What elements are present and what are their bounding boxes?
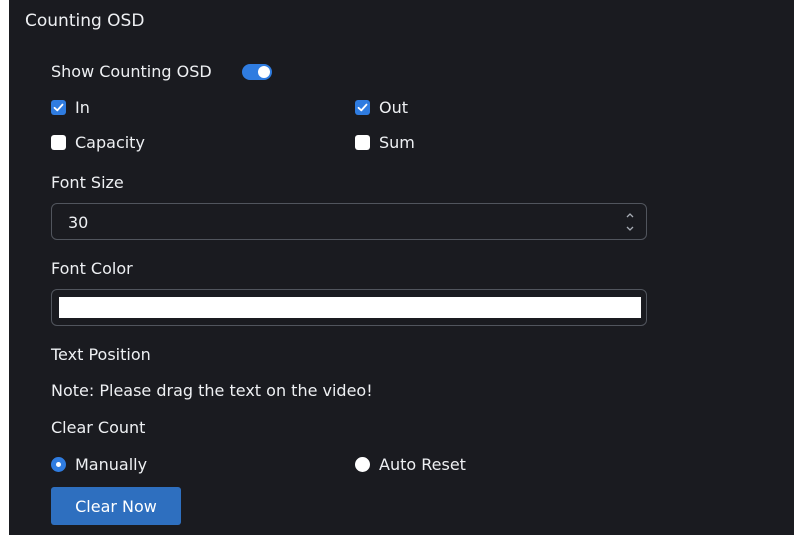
check-icon bbox=[51, 100, 66, 115]
checkbox-capacity[interactable]: Capacity bbox=[51, 133, 145, 152]
section-title: Counting OSD bbox=[25, 11, 145, 31]
unchecked-box-icon bbox=[51, 135, 66, 150]
font-color-label: Font Color bbox=[51, 259, 133, 278]
checkbox-in-label: In bbox=[75, 98, 90, 117]
font-size-input[interactable]: 30 bbox=[51, 203, 647, 240]
text-position-note: Note: Please drag the text on the video! bbox=[51, 381, 373, 400]
radio-auto-reset[interactable]: Auto Reset bbox=[355, 455, 466, 474]
radio-selected-icon bbox=[51, 457, 66, 472]
font-size-label: Font Size bbox=[51, 173, 124, 192]
radio-unselected-icon bbox=[355, 457, 370, 472]
checkbox-sum[interactable]: Sum bbox=[355, 133, 415, 152]
clear-now-button[interactable]: Clear Now bbox=[51, 487, 181, 525]
spinner-arrows-icon[interactable] bbox=[624, 209, 636, 235]
radio-manually-label: Manually bbox=[75, 455, 148, 474]
checkbox-in[interactable]: In bbox=[51, 98, 90, 117]
checkbox-out-label: Out bbox=[379, 98, 409, 117]
font-size-value: 30 bbox=[68, 213, 89, 232]
font-color-picker[interactable] bbox=[51, 289, 647, 326]
checkbox-out[interactable]: Out bbox=[355, 98, 408, 117]
counting-osd-panel: Counting OSD Show Counting OSD In Out Ca… bbox=[9, 0, 794, 535]
check-icon bbox=[355, 100, 370, 115]
show-osd-toggle[interactable] bbox=[242, 64, 272, 80]
radio-auto-reset-label: Auto Reset bbox=[379, 455, 466, 474]
clear-count-label: Clear Count bbox=[51, 418, 146, 437]
show-osd-label: Show Counting OSD bbox=[51, 62, 212, 81]
font-color-swatch bbox=[59, 297, 641, 318]
checkbox-capacity-label: Capacity bbox=[75, 133, 145, 152]
toggle-knob bbox=[258, 66, 270, 78]
checkbox-sum-label: Sum bbox=[379, 133, 415, 152]
text-position-label: Text Position bbox=[51, 345, 151, 364]
unchecked-box-icon bbox=[355, 135, 370, 150]
radio-manually[interactable]: Manually bbox=[51, 455, 147, 474]
